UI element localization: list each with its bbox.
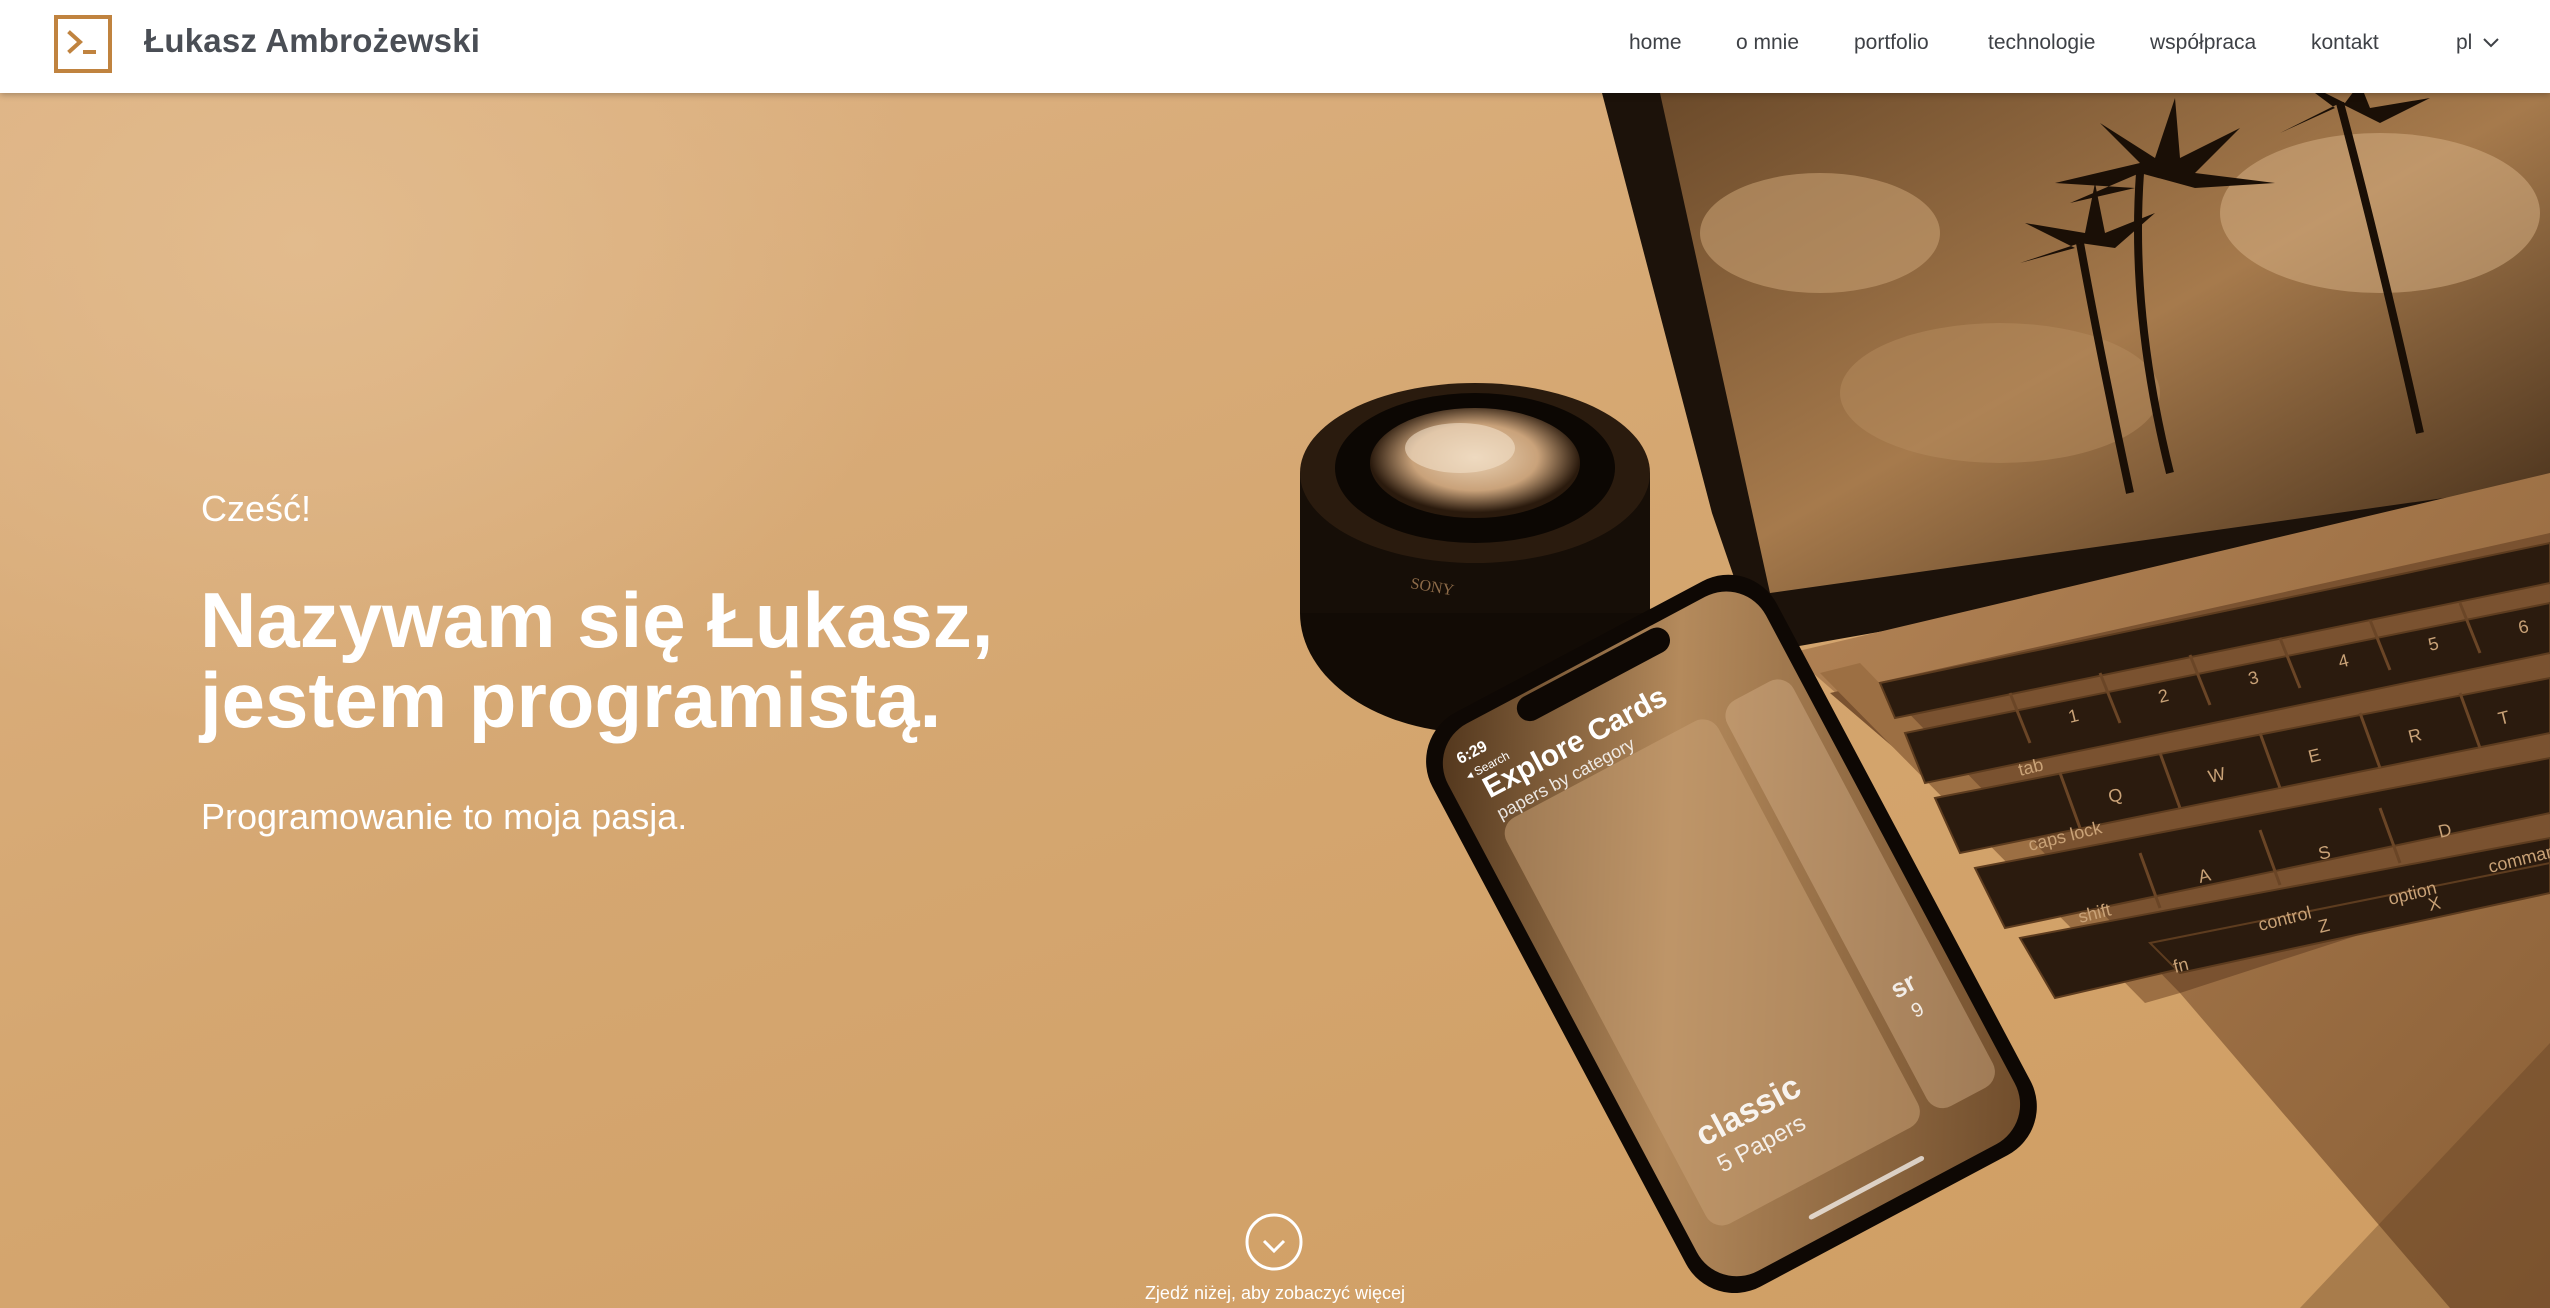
scroll-down-button[interactable]	[1245, 1213, 1303, 1271]
terminal-prompt-icon	[67, 30, 96, 54]
nav-portfolio[interactable]: portfolio	[1854, 31, 1929, 55]
nav-cooperation[interactable]: współpraca	[2150, 31, 2256, 55]
headline-line-2: jestem programistą.	[200, 656, 942, 744]
scroll-hint-text: Zjedź niżej, aby zobaczyć więcej	[1144, 1283, 1406, 1303]
nav-home[interactable]: home	[1629, 31, 1682, 55]
nav-about[interactable]: o mnie	[1736, 31, 1799, 55]
headline-line-1: Nazywam się Łukasz,	[200, 576, 994, 664]
hero-greeting: Cześć!	[201, 488, 312, 529]
logo[interactable]	[54, 15, 112, 73]
chevron-down-circle-icon	[1245, 1213, 1303, 1271]
hero-tagline: Programowanie to moja pasja.	[201, 796, 688, 837]
language-label: pl	[2456, 31, 2473, 54]
language-selector[interactable]: pl	[2456, 31, 2499, 55]
nav-contact[interactable]: kontakt	[2311, 31, 2379, 55]
nav-technologies[interactable]: technologie	[1988, 31, 2095, 55]
hero-section: tab caps lock shift fn control option co…	[0, 93, 2550, 1308]
site-header: Łukasz Ambrożewski home o mnie portfolio…	[0, 0, 2550, 93]
hero-headline: Nazywam się Łukasz, jestem programistą.	[200, 580, 1300, 740]
brand-name[interactable]: Łukasz Ambrożewski	[144, 22, 480, 60]
chevron-down-icon	[2483, 38, 2499, 48]
